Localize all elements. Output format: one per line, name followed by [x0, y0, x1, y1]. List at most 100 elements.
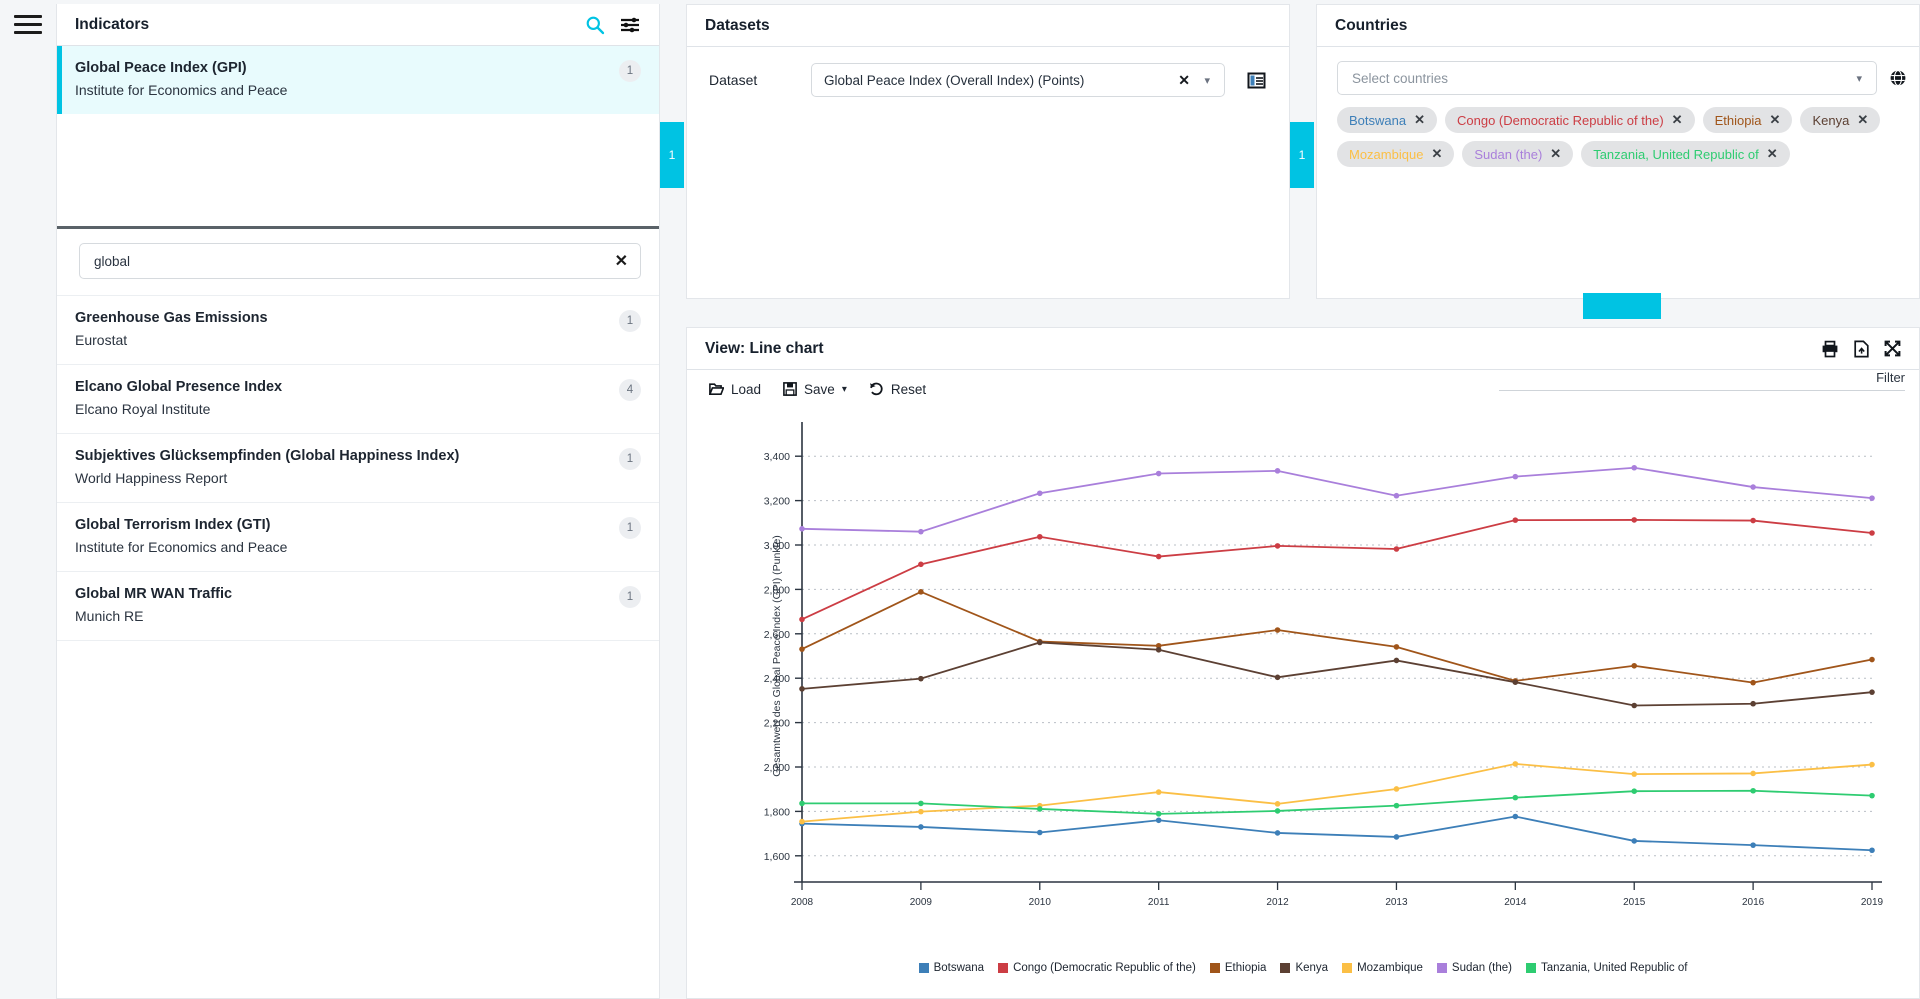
close-icon[interactable]: ✕ — [1672, 112, 1683, 128]
dataset-select[interactable]: Global Peace Index (Overall Index) (Poin… — [811, 63, 1225, 97]
data-point[interactable] — [799, 686, 805, 692]
close-icon[interactable]: ✕ — [1414, 112, 1425, 128]
country-chip[interactable]: Mozambique ✕ — [1337, 141, 1455, 167]
data-point[interactable] — [1393, 786, 1400, 792]
collapse-tab-countries[interactable] — [1583, 293, 1661, 319]
data-point[interactable] — [1631, 702, 1638, 709]
data-point[interactable] — [1036, 533, 1043, 540]
data-point[interactable] — [918, 800, 924, 807]
country-chip[interactable]: Sudan (the) ✕ — [1462, 141, 1574, 167]
close-icon[interactable]: ✕ — [1857, 112, 1868, 128]
data-point[interactable] — [1869, 495, 1875, 501]
data-point[interactable] — [1155, 470, 1162, 477]
data-point[interactable] — [1036, 490, 1043, 497]
data-point[interactable] — [1631, 838, 1638, 844]
data-point[interactable] — [1750, 700, 1756, 707]
data-point[interactable] — [1393, 834, 1400, 840]
list-item[interactable]: Global Terrorism Index (GTI) Institute fo… — [57, 503, 659, 573]
data-point[interactable] — [1274, 801, 1281, 807]
collapse-tab-datasets[interactable]: 1 — [1290, 122, 1314, 188]
search-clear-icon[interactable]: ✕ — [615, 251, 628, 271]
data-point[interactable] — [1869, 761, 1875, 768]
country-select[interactable]: Select countries ▾ — [1337, 61, 1877, 95]
data-point[interactable] — [1512, 517, 1519, 523]
collapse-tab-indicators[interactable]: 1 — [660, 122, 684, 188]
data-point[interactable] — [1155, 817, 1162, 824]
chevron-down-icon[interactable]: ▾ — [1856, 72, 1862, 85]
data-point[interactable] — [1274, 468, 1281, 474]
data-point[interactable] — [918, 808, 924, 815]
data-point[interactable] — [918, 675, 924, 682]
data-point[interactable] — [799, 525, 805, 532]
search-box[interactable]: ✕ — [79, 243, 641, 280]
data-point[interactable] — [918, 528, 924, 535]
country-chip[interactable]: Botswana ✕ — [1337, 107, 1437, 133]
country-chip[interactable]: Congo (Democratic Republic of the) ✕ — [1445, 107, 1695, 133]
data-point[interactable] — [1036, 829, 1043, 836]
data-point[interactable] — [1631, 464, 1638, 471]
data-point[interactable] — [799, 800, 805, 807]
data-point[interactable] — [1750, 842, 1756, 848]
data-point[interactable] — [1750, 679, 1756, 686]
load-button[interactable]: Load — [709, 382, 761, 397]
sidebar-item-global-peace-index[interactable]: Global Peace Index (GPI) Institute for E… — [57, 46, 659, 115]
save-button[interactable]: Save ▾ — [783, 382, 847, 397]
globe-icon[interactable] — [1889, 69, 1907, 87]
list-item[interactable]: Subjektives Glücksempfinden (Global Happ… — [57, 434, 659, 504]
data-point[interactable] — [1274, 543, 1281, 549]
data-point[interactable] — [1631, 662, 1638, 669]
data-point[interactable] — [1393, 802, 1400, 809]
fullscreen-expand-icon[interactable] — [1884, 340, 1901, 357]
chevron-down-icon[interactable]: ▾ — [1204, 74, 1210, 87]
data-point[interactable] — [1036, 639, 1043, 646]
data-point[interactable] — [1750, 787, 1756, 794]
country-chip[interactable]: Tanzania, United Republic of ✕ — [1581, 141, 1790, 167]
data-point[interactable] — [799, 818, 805, 825]
data-point[interactable] — [1631, 517, 1638, 523]
data-point[interactable] — [1274, 627, 1281, 633]
data-point[interactable] — [1512, 761, 1519, 767]
data-point[interactable] — [1631, 788, 1638, 794]
reset-button[interactable]: Reset — [869, 382, 926, 397]
close-icon[interactable]: ✕ — [1550, 146, 1561, 162]
country-chip[interactable]: Ethiopia ✕ — [1702, 107, 1793, 133]
data-point[interactable] — [1869, 847, 1875, 854]
search-input[interactable] — [92, 252, 600, 270]
chevron-down-icon[interactable]: ▾ — [842, 384, 847, 395]
data-point[interactable] — [799, 646, 805, 652]
list-item[interactable]: Global MR WAN Traffic Munich RE 1 — [57, 572, 659, 642]
hamburger-menu-icon[interactable] — [14, 12, 42, 36]
data-point[interactable] — [1393, 492, 1400, 499]
data-point[interactable] — [1393, 657, 1400, 664]
data-point[interactable] — [799, 616, 805, 623]
data-point[interactable] — [1155, 811, 1162, 817]
data-point[interactable] — [1274, 830, 1281, 836]
data-point[interactable] — [1274, 674, 1281, 681]
printer-icon[interactable] — [1821, 340, 1839, 358]
close-icon[interactable]: ✕ — [1770, 112, 1781, 128]
dataset-clear-icon[interactable]: ✕ — [1178, 72, 1190, 89]
data-point[interactable] — [1750, 770, 1756, 777]
close-icon[interactable]: ✕ — [1767, 146, 1778, 162]
data-point[interactable] — [1274, 808, 1281, 814]
data-point[interactable] — [1869, 689, 1875, 695]
data-point[interactable] — [918, 824, 924, 830]
data-point[interactable] — [1869, 530, 1875, 536]
data-point[interactable] — [1750, 517, 1756, 524]
data-point[interactable] — [1393, 546, 1400, 552]
data-point[interactable] — [1512, 473, 1519, 480]
data-point[interactable] — [1512, 679, 1519, 685]
export-file-icon[interactable] — [1853, 340, 1870, 358]
data-point[interactable] — [1869, 792, 1875, 799]
data-point[interactable] — [1631, 771, 1638, 777]
data-point[interactable] — [1155, 789, 1162, 795]
search-icon[interactable] — [585, 15, 605, 35]
data-point[interactable] — [1036, 806, 1043, 812]
country-chip[interactable]: Kenya ✕ — [1800, 107, 1881, 133]
data-point[interactable] — [1155, 553, 1162, 560]
list-item[interactable]: Elcano Global Presence Index Elcano Royal… — [57, 365, 659, 435]
list-item[interactable]: Greenhouse Gas Emissions Eurostat 1 — [57, 296, 659, 366]
data-point[interactable] — [918, 589, 924, 595]
data-point[interactable] — [1393, 644, 1400, 650]
table-grid-icon[interactable] — [1243, 67, 1269, 93]
